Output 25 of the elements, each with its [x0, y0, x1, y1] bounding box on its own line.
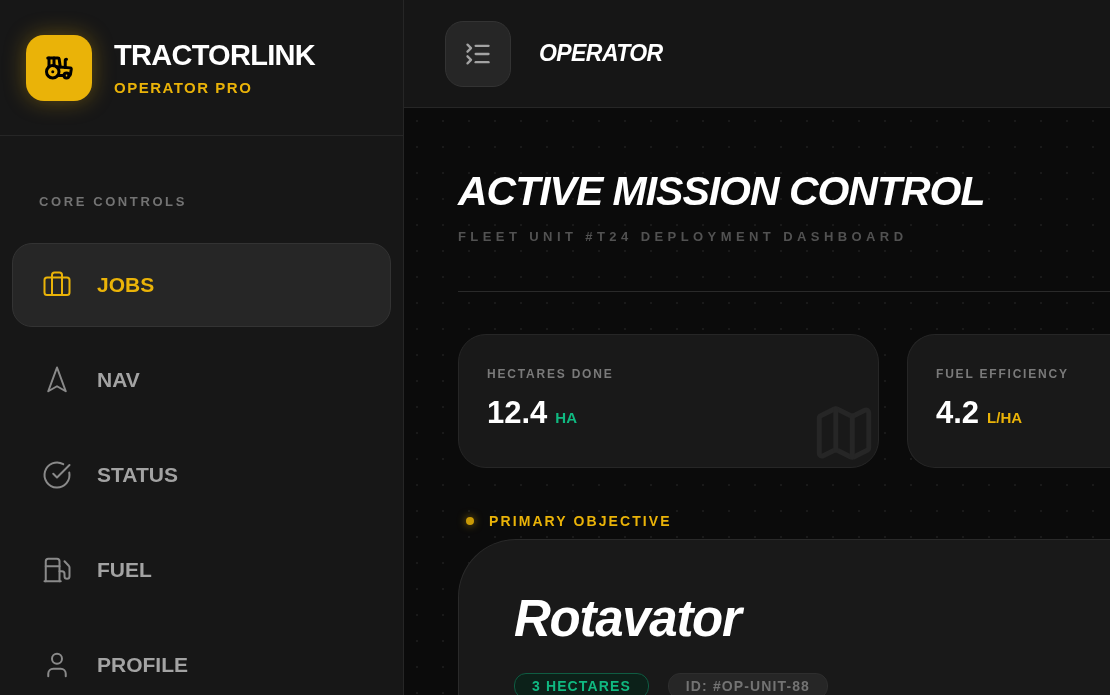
sidebar-item[interactable]: FUEL [12, 528, 391, 612]
sidebar-item[interactable]: JOBS [12, 243, 391, 327]
brand-tagline: OPERATOR PRO [114, 78, 254, 97]
tag-badge: ID: #OP-UNIT-88 [667, 673, 828, 695]
sidebar-item[interactable]: PROFILE [12, 623, 391, 695]
brand-name: TRACTORLINK [114, 38, 315, 71]
stat-unit: L/HA [987, 408, 1023, 428]
sidebar-item[interactable]: NAV [12, 338, 391, 422]
stat-unit: HA [555, 408, 577, 428]
stat-value: 4.2 [936, 396, 980, 430]
stat-label: FUEL EFFICIENCY [936, 366, 1070, 382]
section-heading: PRIMARY OBJECTIVE [489, 513, 672, 529]
tag-badge: 3 HECTARES [514, 673, 649, 695]
objective-title: Rotavator [514, 592, 1110, 646]
check-circle-icon [42, 460, 72, 490]
menu-button[interactable] [445, 20, 511, 87]
page-subtitle: FLEET UNIT #T24 DEPLOYMENT DASHBOARD [458, 229, 909, 245]
page-title: ACTIVE MISSION CONTROL [458, 168, 986, 214]
tractor-logo-icon [26, 34, 92, 101]
stat-value: 12.4 [487, 396, 548, 430]
fuel-pump-icon [42, 555, 72, 585]
stat-label: HECTARES DONE [487, 366, 615, 382]
sidebar-item[interactable]: STATUS [12, 433, 391, 517]
top-bar-title: OPERATOR [539, 39, 663, 69]
section-label: CORE CONTROLS [38, 194, 188, 210]
